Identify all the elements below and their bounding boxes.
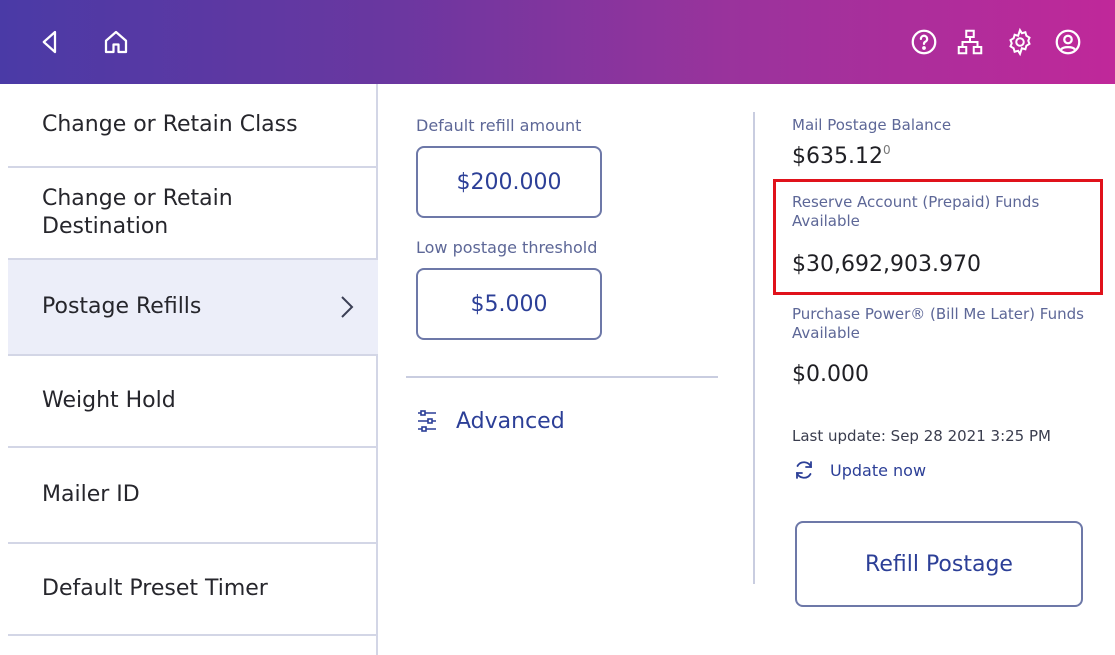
sidebar-item-change-retain-class[interactable]: Change or Retain Class	[8, 84, 378, 168]
low-threshold-value: $5.000	[470, 291, 548, 317]
advanced-label: Advanced	[456, 408, 565, 434]
back-icon[interactable]	[30, 22, 70, 62]
account-icon[interactable]	[1048, 22, 1088, 62]
mail-postage-superscript: 0	[882, 143, 891, 157]
reserve-funds-label: Reserve Account (Prepaid) Funds Availabl…	[792, 193, 1040, 230]
update-now-label: Update now	[830, 460, 927, 480]
home-icon[interactable]	[96, 22, 136, 62]
low-threshold-label: Low postage threshold	[416, 238, 598, 257]
chevron-right-icon	[341, 296, 354, 318]
settings-sidebar: Change or Retain Class Change or Retain …	[0, 84, 378, 655]
sliders-icon	[418, 410, 436, 432]
sidebar-item-default-preset-timer[interactable]: Default Preset Timer	[8, 544, 378, 636]
sidebar-item-label: Change or Retain Class	[42, 112, 298, 137]
top-bar	[0, 0, 1115, 84]
help-icon[interactable]	[904, 22, 944, 62]
sidebar-item-label: Mailer ID	[42, 482, 140, 507]
reserve-funds-value: $30,692,903.970	[792, 252, 981, 277]
sidebar-item-label: Default Preset Timer	[42, 576, 268, 601]
sidebar-item-mailer-id[interactable]: Mailer ID	[8, 448, 378, 544]
advanced-button[interactable]: Advanced	[416, 408, 565, 434]
last-update-text: Last update: Sep 28 2021 3:25 PM	[792, 427, 1051, 445]
sidebar-item-label: Weight Hold	[42, 388, 176, 413]
sidebar-item-weight-hold[interactable]: Weight Hold	[8, 356, 378, 448]
refill-postage-label: Refill Postage	[865, 551, 1013, 577]
low-threshold-button[interactable]: $5.000	[416, 268, 602, 340]
sidebar-item-postage-refills[interactable]: Postage Refills	[8, 260, 378, 356]
sidebar-item-label: Change or Retain Destination	[42, 186, 233, 239]
update-now-link[interactable]: Update now	[792, 458, 926, 482]
default-refill-value: $200.000	[456, 169, 562, 195]
default-refill-label: Default refill amount	[416, 116, 582, 135]
refresh-icon	[796, 461, 812, 479]
settings-icon[interactable]	[1000, 22, 1040, 62]
purchase-power-label: Purchase Power® (Bill Me Later) Funds Av…	[792, 305, 1084, 342]
purchase-power-value: $0.000	[792, 362, 869, 387]
sidebar-item-change-retain-destination[interactable]: Change or Retain Destination	[8, 168, 378, 260]
refill-postage-button[interactable]: Refill Postage	[795, 521, 1083, 607]
mail-postage-value: $635.120	[792, 143, 891, 169]
sidebar-item-label: Postage Refills	[42, 294, 202, 319]
network-icon[interactable]	[950, 22, 990, 62]
mail-postage-label: Mail Postage Balance	[792, 116, 952, 134]
section-divider	[406, 376, 718, 378]
default-refill-amount-button[interactable]: $200.000	[416, 146, 602, 218]
mail-postage-amount: $635.12	[792, 144, 883, 169]
column-divider	[753, 112, 755, 584]
